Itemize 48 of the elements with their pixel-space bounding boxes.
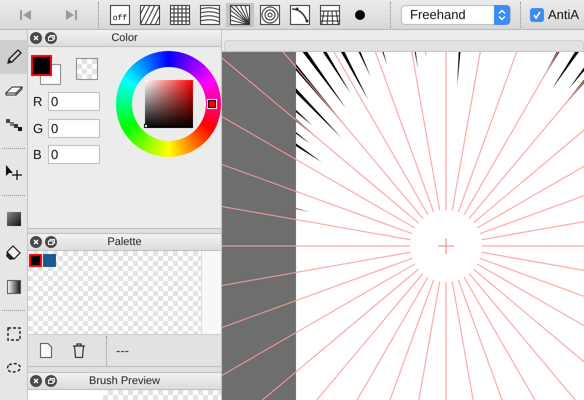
channel-input[interactable]: 0 — [48, 145, 100, 164]
dashed-selection-icon — [6, 327, 20, 341]
dot-icon — [355, 10, 365, 20]
gradient-square-icon — [6, 280, 20, 294]
channel-label: B — [32, 146, 43, 164]
channel-label: R — [32, 93, 44, 111]
channel-label: G — [32, 120, 44, 138]
eraser-icon — [4, 85, 22, 97]
palette-swatch[interactable] — [29, 254, 42, 267]
pencil-icon — [6, 49, 22, 65]
panel-title: Palette — [107, 234, 142, 250]
close-icon[interactable] — [30, 32, 42, 44]
antialias-checkbox[interactable]: AntiA — [530, 4, 580, 24]
panel-title: Brush Preview — [89, 374, 160, 389]
ruler-select[interactable]: Freehand — [401, 4, 511, 24]
hue-handle[interactable] — [208, 100, 216, 108]
paint-bucket-icon — [4, 245, 22, 261]
detach-icon[interactable] — [45, 375, 57, 387]
curve-icon — [290, 4, 310, 24]
lasso-icon — [6, 363, 22, 373]
foreground-background-swatch[interactable] — [31, 55, 62, 85]
detach-icon[interactable] — [45, 236, 57, 248]
diagonal-lines-icon — [140, 4, 160, 24]
palette-name-text: --- — [116, 342, 129, 360]
concentric-circles-icon — [260, 4, 280, 24]
curved-lines-icon — [200, 4, 220, 24]
panel-title: Color — [111, 30, 138, 46]
up-down-chevron-icon — [498, 8, 506, 20]
channel-input[interactable]: 0 — [48, 118, 100, 138]
saturation-square[interactable] — [144, 80, 193, 128]
move-pointer-icon — [4, 164, 22, 180]
perspective-grid-icon — [320, 4, 340, 24]
tool-button[interactable] — [0, 40, 27, 74]
shade-handle[interactable] — [144, 124, 148, 128]
detach-icon[interactable] — [45, 32, 57, 44]
close-icon[interactable] — [30, 236, 42, 248]
transparent-swatch[interactable] — [76, 58, 98, 80]
channel-input[interactable]: 0 — [48, 92, 100, 112]
close-icon[interactable] — [30, 375, 42, 387]
ruler-mode-button[interactable] — [226, 2, 254, 26]
new-page-icon[interactable] — [39, 342, 53, 358]
checkmark-icon — [532, 10, 542, 20]
palette-swatch[interactable] — [43, 254, 56, 267]
dotted-squares-icon — [6, 119, 22, 131]
shaded-square-icon — [6, 212, 20, 226]
radial-lines-icon — [230, 4, 250, 24]
trash-icon[interactable] — [72, 342, 86, 358]
grid-icon — [170, 4, 190, 24]
